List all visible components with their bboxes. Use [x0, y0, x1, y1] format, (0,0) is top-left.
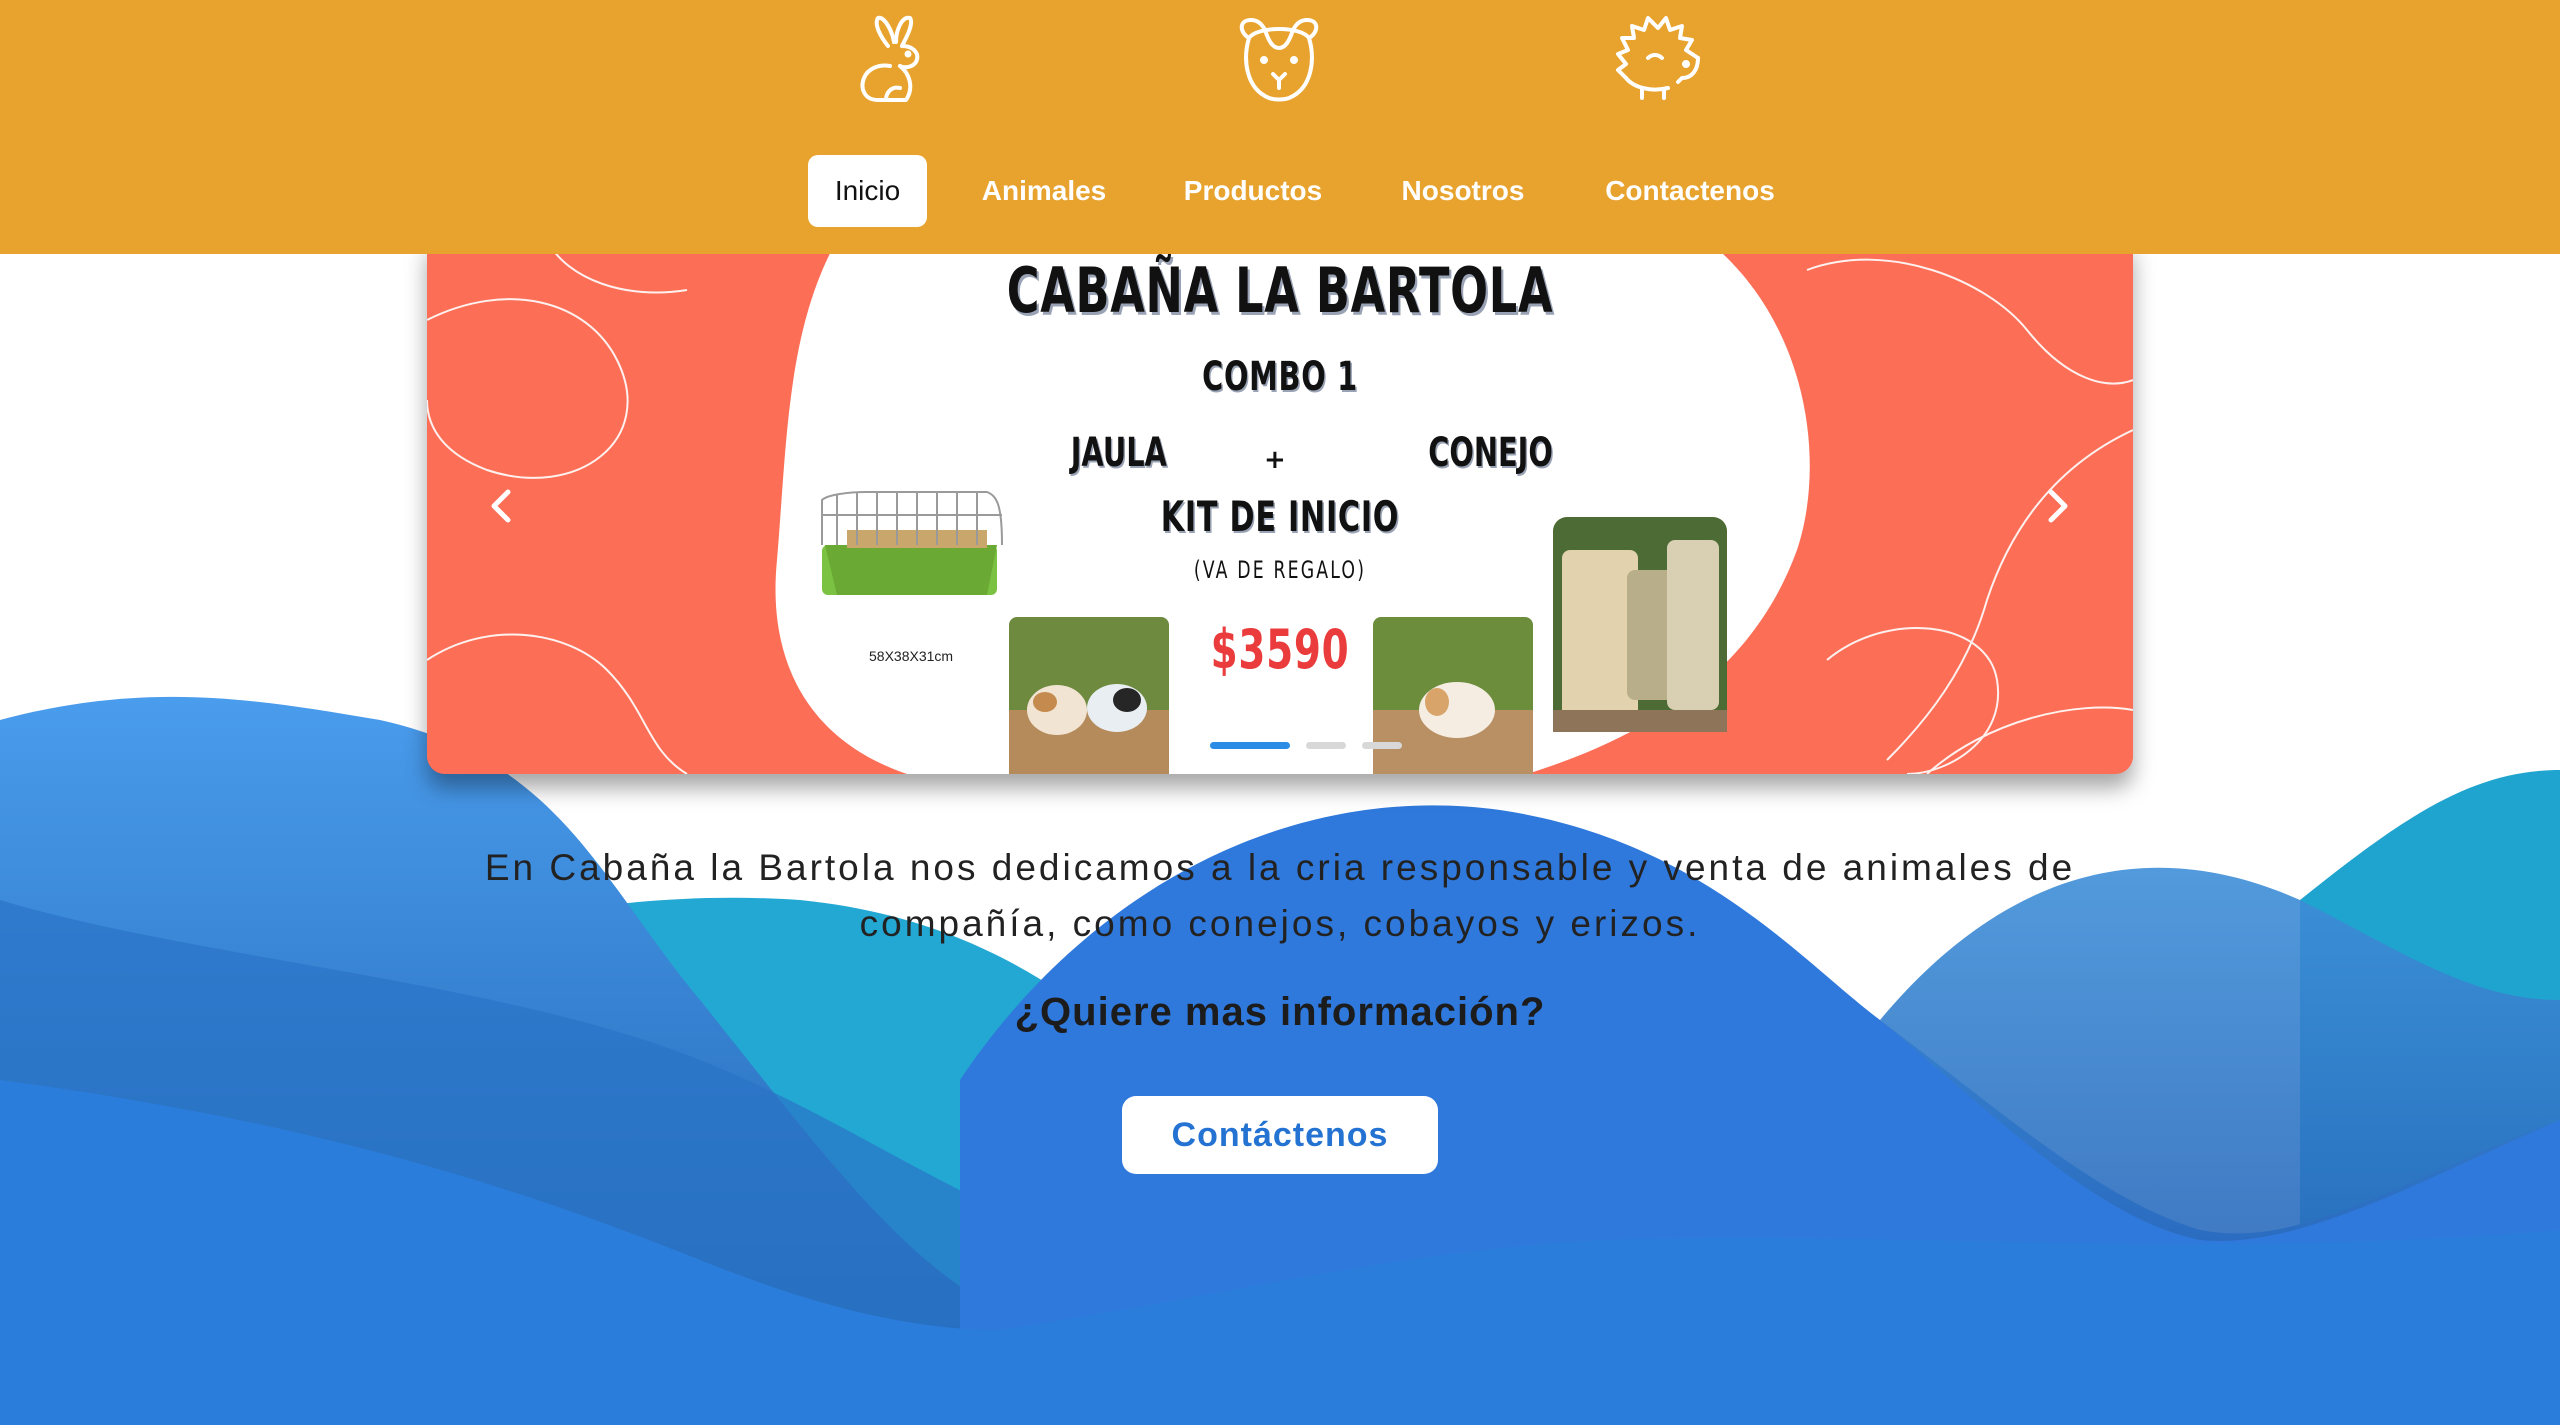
- nav-productos[interactable]: Productos: [1170, 155, 1336, 227]
- carousel-indicator-1[interactable]: [1210, 742, 1290, 749]
- slide-combo: COMBO 1: [1202, 354, 1358, 400]
- slide-right-item: CONEJO: [1428, 430, 1553, 476]
- nav-contactenos[interactable]: Contactenos: [1595, 155, 1785, 227]
- slide-kit: KIT DE INICIO: [1160, 492, 1400, 541]
- slide-title: CABAÑA LA BARTOLA: [1006, 254, 1554, 327]
- carousel-indicator-3[interactable]: [1362, 742, 1402, 749]
- hedgehog-icon[interactable]: [1608, 8, 1708, 108]
- contact-button[interactable]: Contáctenos: [1122, 1096, 1438, 1174]
- carousel-indicators: [1182, 742, 1402, 752]
- slide-cage-size: 58X38X31cm: [869, 648, 954, 664]
- site-header: Inicio Animales Productos Nosotros Conta…: [0, 0, 2560, 254]
- info-question: ¿Quiere mas información?: [1014, 990, 1546, 1034]
- slide-left-item: JAULA: [1070, 430, 1167, 476]
- slide-plus: +: [1264, 445, 1286, 475]
- slide-price: $3590: [1210, 618, 1350, 681]
- nav-nosotros[interactable]: Nosotros: [1390, 155, 1536, 227]
- rabbit-icon[interactable]: [850, 8, 950, 108]
- guinea-pig-icon[interactable]: [1229, 8, 1329, 108]
- nav-animales[interactable]: Animales: [965, 155, 1123, 227]
- intro-text: En Cabaña la Bartola nos dedicamos a la …: [484, 847, 2076, 944]
- slide-gift: (VA DE REGALO): [1193, 556, 1367, 584]
- main-nav: Inicio Animales Productos Nosotros Conta…: [0, 155, 2560, 227]
- nav-inicio[interactable]: Inicio: [808, 155, 927, 227]
- promo-carousel[interactable]: CABAÑA LA BARTOLA COMBO 1 JAULA + CONEJO…: [427, 240, 2133, 774]
- chevron-left-icon[interactable]: [472, 476, 532, 536]
- carousel-indicator-2[interactable]: [1306, 742, 1346, 749]
- chevron-right-icon[interactable]: [2027, 476, 2087, 536]
